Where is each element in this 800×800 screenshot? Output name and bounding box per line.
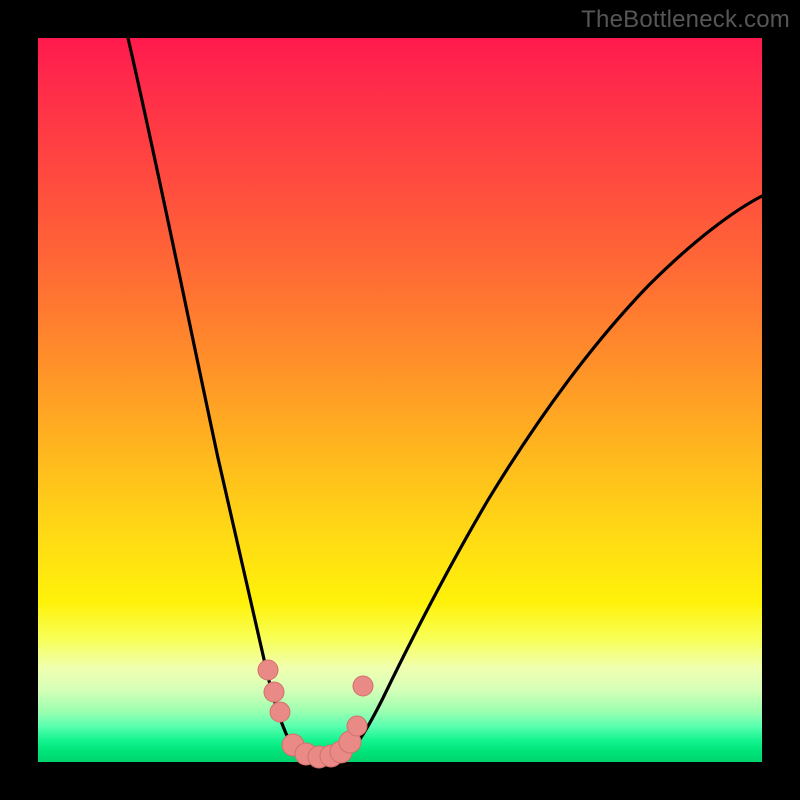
watermark-text: TheBottleneck.com	[581, 6, 790, 34]
curve-layer	[38, 38, 762, 762]
marker-dot	[264, 682, 284, 702]
curve-right-branch	[338, 196, 762, 761]
plot-area	[38, 38, 762, 762]
marker-dot	[270, 702, 290, 722]
marker-dot	[258, 660, 278, 680]
marker-dot	[353, 676, 373, 696]
chart-stage: TheBottleneck.com	[0, 0, 800, 800]
marker-dot	[347, 716, 367, 736]
curve-left-branch	[128, 38, 308, 762]
marker-group	[258, 660, 373, 768]
